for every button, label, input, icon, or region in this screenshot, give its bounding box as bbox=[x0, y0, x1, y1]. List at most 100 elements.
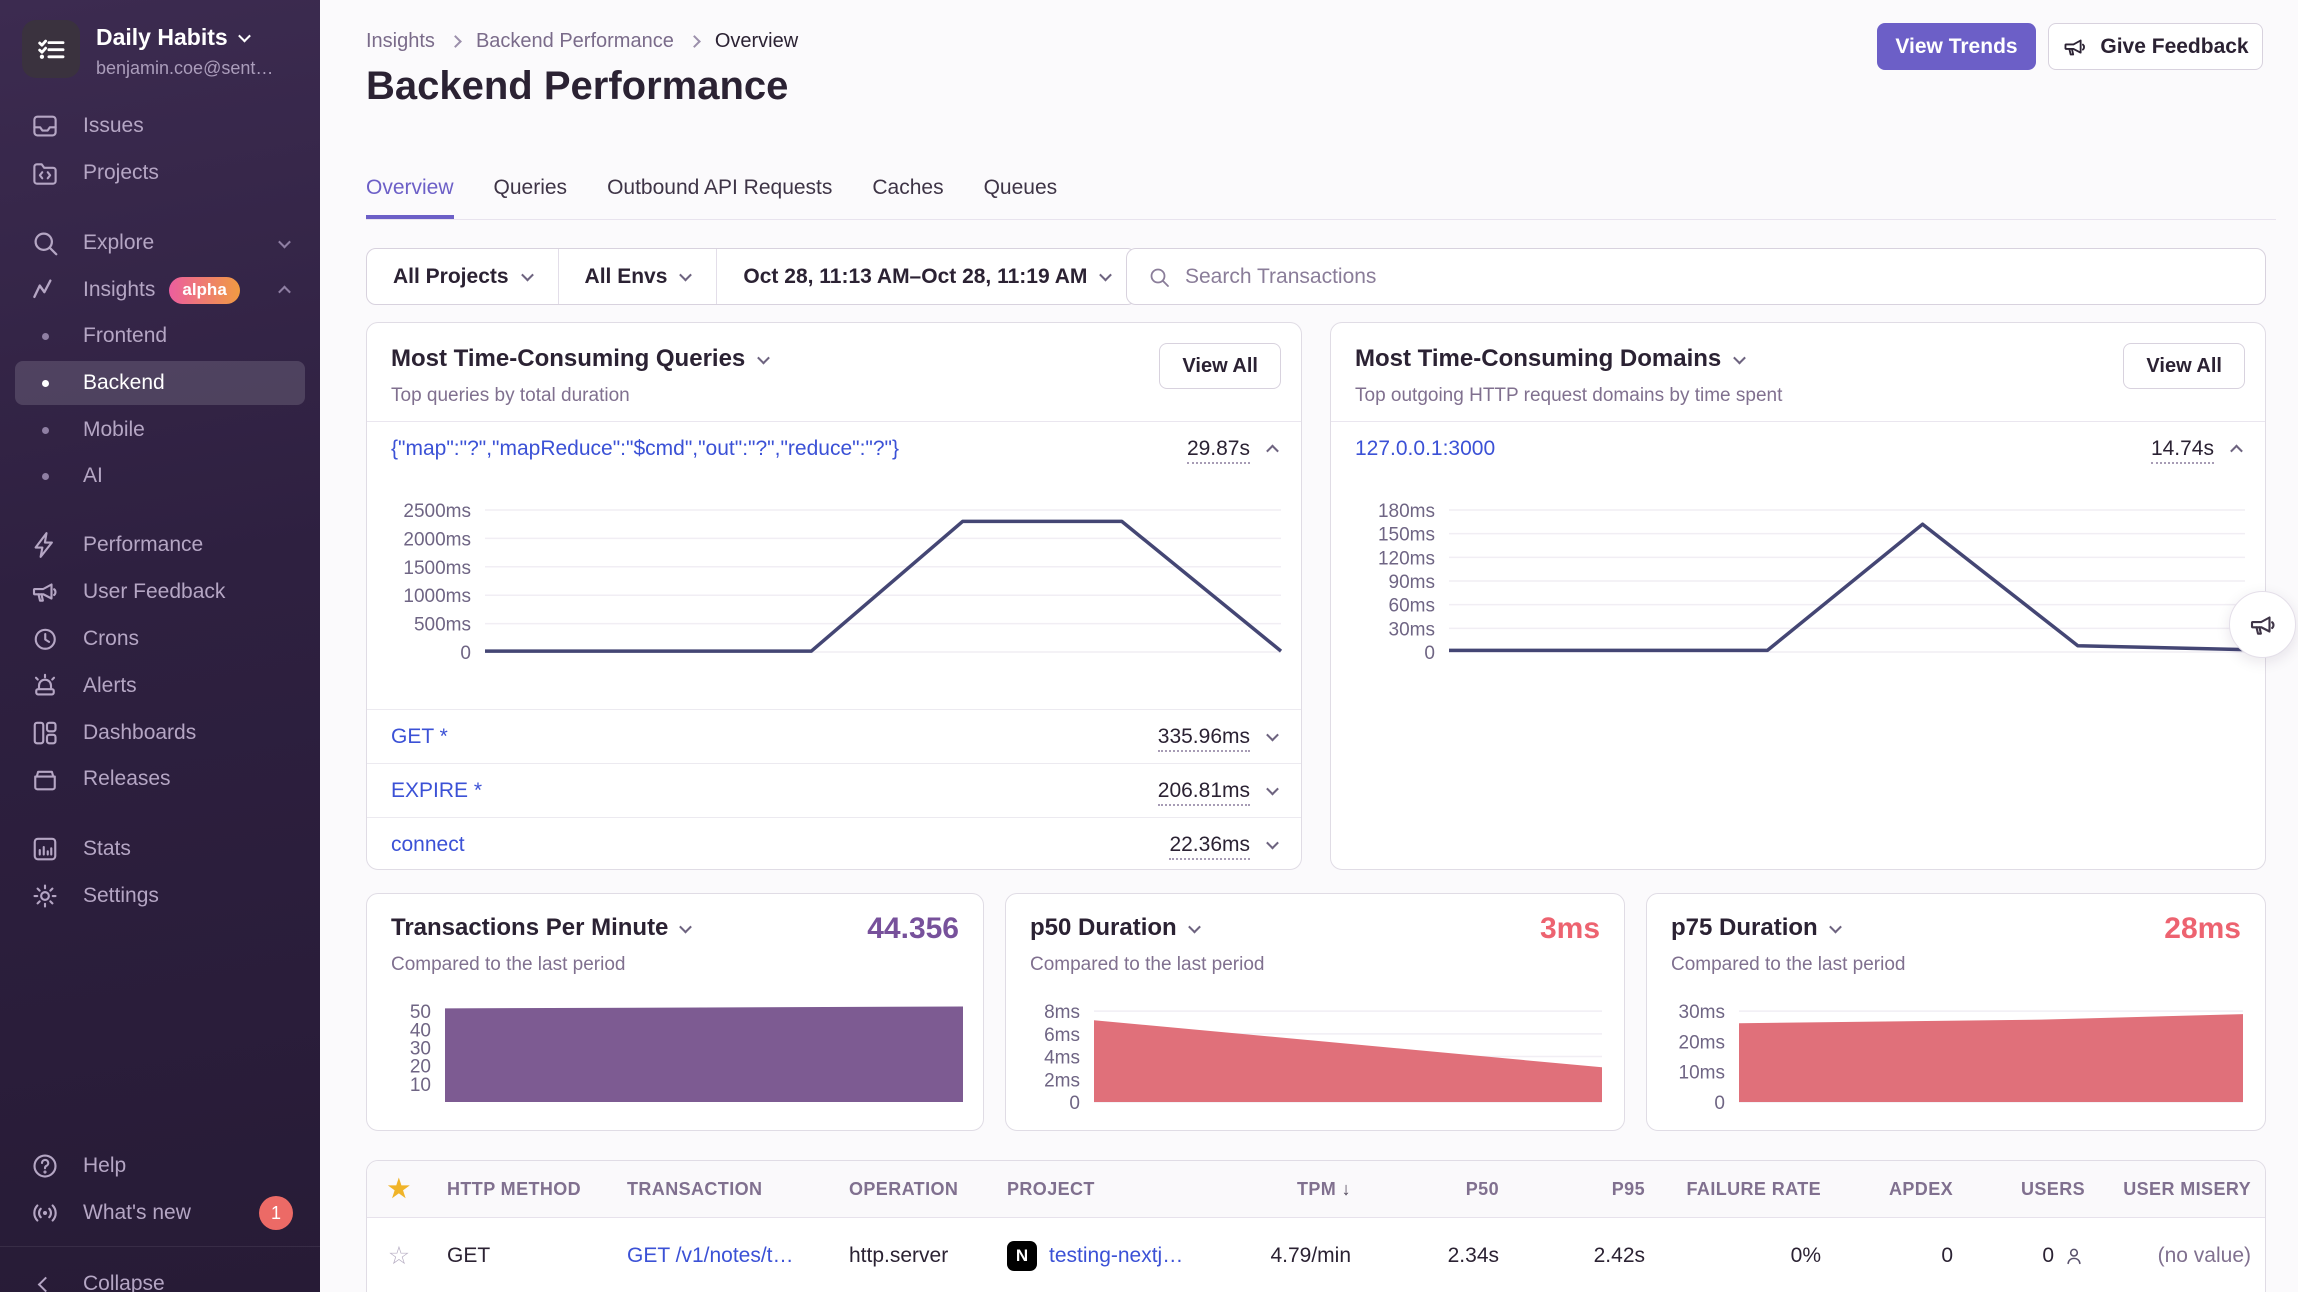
sidebar-item-insights[interactable]: Insights alpha bbox=[15, 268, 305, 312]
p50-title-label: p50 Duration bbox=[1030, 914, 1177, 942]
date-range-filter[interactable]: Oct 28, 11:13 AM–Oct 28, 11:19 AM bbox=[717, 249, 1136, 304]
query-link[interactable]: {"map":"?","mapReduce":"$cmd","out":"?",… bbox=[391, 437, 899, 461]
sidebar-item-ai[interactable]: AI bbox=[15, 454, 305, 498]
col-apdex[interactable]: APDEX bbox=[1837, 1179, 1969, 1200]
sidebar-collapse-button[interactable]: Collapse bbox=[15, 1262, 305, 1292]
search-icon bbox=[1147, 265, 1171, 289]
query-link[interactable]: EXPIRE * bbox=[391, 779, 482, 803]
sidebar-item-explore[interactable]: Explore bbox=[15, 221, 305, 265]
domains-card-title[interactable]: Most Time-Consuming Domains bbox=[1355, 345, 1744, 373]
col-transaction[interactable]: TRANSACTION bbox=[611, 1179, 833, 1200]
col-tpm-sorted[interactable]: TPM ↓ bbox=[1237, 1179, 1367, 1200]
queries-card-title[interactable]: Most Time-Consuming Queries bbox=[391, 345, 768, 373]
tab-queries[interactable]: Queries bbox=[494, 176, 568, 219]
p50-chart[interactable]: 8ms6ms4ms2ms0 bbox=[1026, 994, 1604, 1112]
view-trends-button[interactable]: View Trends bbox=[1877, 23, 2036, 70]
col-user-misery[interactable]: USER MISERY bbox=[2101, 1179, 2266, 1200]
favorite-star-toggle[interactable]: ☆ bbox=[367, 1241, 431, 1271]
sidebar-item-backend[interactable]: Backend bbox=[15, 361, 305, 405]
col-http-method[interactable]: HTTP METHOD bbox=[431, 1179, 611, 1200]
sidebar-item-releases[interactable]: Releases bbox=[15, 757, 305, 801]
p50-title[interactable]: p50 Duration bbox=[1030, 914, 1199, 942]
backend-performance-page: Daily Habits benjamin.coe@sent… Issues P… bbox=[0, 0, 2298, 1292]
tab-outbound-api-requests[interactable]: Outbound API Requests bbox=[607, 176, 832, 219]
query-total-time[interactable]: 22.36ms bbox=[1169, 833, 1250, 860]
expand-row-icon[interactable] bbox=[1266, 729, 1279, 742]
query-row: GET * 335.96ms bbox=[367, 709, 1301, 763]
query-link[interactable]: GET * bbox=[391, 725, 448, 749]
query-total-time[interactable]: 206.81ms bbox=[1158, 779, 1250, 806]
svg-text:0: 0 bbox=[1424, 643, 1435, 664]
sidebar-item-label: Releases bbox=[83, 767, 171, 791]
domain-link[interactable]: 127.0.0.1:3000 bbox=[1355, 437, 1495, 461]
query-link[interactable]: connect bbox=[391, 833, 465, 857]
sidebar-item-settings[interactable]: Settings bbox=[15, 874, 305, 918]
most-time-consuming-queries-card: Most Time-Consuming Queries Top queries … bbox=[366, 322, 1302, 870]
cell-transaction-link[interactable]: GET /v1/notes/t… bbox=[611, 1244, 833, 1268]
domains-view-all-button[interactable]: View All bbox=[2123, 343, 2245, 389]
sidebar-item-help[interactable]: Help bbox=[15, 1144, 305, 1188]
sidebar-item-projects[interactable]: Projects bbox=[15, 151, 305, 195]
sidebar-item-label: Issues bbox=[83, 114, 144, 138]
tab-caches[interactable]: Caches bbox=[872, 176, 943, 219]
tpm-title[interactable]: Transactions Per Minute bbox=[391, 914, 690, 942]
expand-row-icon[interactable] bbox=[1266, 783, 1279, 796]
queries-duration-chart[interactable]: 2500ms2000ms1500ms1000ms500ms0 bbox=[387, 488, 1283, 708]
breadcrumb-insights[interactable]: Insights bbox=[366, 30, 435, 53]
sort-desc-icon: ↓ bbox=[1342, 1179, 1351, 1199]
collapse-row-icon[interactable] bbox=[1266, 444, 1279, 457]
users-count: 0 bbox=[2042, 1244, 2054, 1268]
sidebar-item-performance[interactable]: Performance bbox=[15, 523, 305, 567]
project-filter[interactable]: All Projects bbox=[367, 249, 559, 304]
col-operation[interactable]: OPERATION bbox=[833, 1179, 991, 1200]
sidebar-item-user-feedback[interactable]: User Feedback bbox=[15, 570, 305, 614]
give-feedback-button[interactable]: Give Feedback bbox=[2048, 23, 2263, 70]
megaphone-icon bbox=[2248, 610, 2278, 640]
col-project[interactable]: PROJECT bbox=[991, 1179, 1237, 1200]
project-link[interactable]: testing-nextj… bbox=[1049, 1244, 1183, 1268]
chevron-down-icon bbox=[1829, 920, 1842, 933]
expand-row-icon[interactable] bbox=[1266, 837, 1279, 850]
sidebar: Daily Habits benjamin.coe@sent… Issues P… bbox=[0, 0, 320, 1292]
sidebar-item-whats-new[interactable]: What's new 1 bbox=[15, 1191, 305, 1235]
sidebar-item-frontend[interactable]: Frontend bbox=[15, 314, 305, 358]
sidebar-item-crons[interactable]: Crons bbox=[15, 617, 305, 661]
col-failure-rate[interactable]: FAILURE RATE bbox=[1661, 1179, 1837, 1200]
tpm-chart[interactable]: 5040302010 bbox=[387, 994, 965, 1112]
p75-title[interactable]: p75 Duration bbox=[1671, 914, 1840, 942]
p50-duration-card: p50 Duration 3ms Compared to the last pe… bbox=[1005, 893, 1625, 1131]
col-p95[interactable]: P95 bbox=[1515, 1179, 1661, 1200]
query-row: EXPIRE * 206.81ms bbox=[367, 763, 1301, 817]
environment-filter[interactable]: All Envs bbox=[559, 249, 718, 304]
sidebar-item-issues[interactable]: Issues bbox=[15, 104, 305, 148]
search-bar bbox=[1126, 248, 2266, 305]
queries-view-all-button[interactable]: View All bbox=[1159, 343, 1281, 389]
sidebar-item-dashboards[interactable]: Dashboards bbox=[15, 711, 305, 755]
org-switcher[interactable]: Daily Habits benjamin.coe@sent… bbox=[22, 20, 273, 79]
sidebar-item-stats[interactable]: Stats bbox=[15, 827, 305, 871]
sidebar-item-alerts[interactable]: Alerts bbox=[15, 664, 305, 708]
col-users[interactable]: USERS bbox=[1969, 1179, 2101, 1200]
tab-overview[interactable]: Overview bbox=[366, 176, 454, 219]
query-total-time[interactable]: 335.96ms bbox=[1158, 725, 1250, 752]
p75-title-label: p75 Duration bbox=[1671, 914, 1818, 942]
collapse-row-icon[interactable] bbox=[2230, 444, 2243, 457]
query-total-time[interactable]: 29.87s bbox=[1187, 437, 1250, 464]
date-range-label: Oct 28, 11:13 AM–Oct 28, 11:19 AM bbox=[743, 265, 1087, 289]
sidebar-item-mobile[interactable]: Mobile bbox=[15, 408, 305, 452]
svg-text:180ms: 180ms bbox=[1378, 501, 1435, 522]
page-filter-bar: All Projects All Envs Oct 28, 11:13 AM–O… bbox=[366, 248, 1137, 305]
p75-chart[interactable]: 30ms20ms10ms0 bbox=[1667, 994, 2245, 1112]
search-input[interactable] bbox=[1185, 265, 2245, 289]
svg-text:2ms: 2ms bbox=[1044, 1070, 1080, 1091]
domain-total-time[interactable]: 14.74s bbox=[2151, 437, 2214, 464]
tpm-subtitle: Compared to the last period bbox=[391, 954, 625, 976]
breadcrumb-backend-performance[interactable]: Backend Performance bbox=[476, 30, 674, 53]
tab-queues[interactable]: Queues bbox=[984, 176, 1058, 219]
sidebar-item-label: Stats bbox=[83, 837, 131, 861]
cell-p50: 2.34s bbox=[1367, 1244, 1515, 1268]
domains-duration-chart[interactable]: 180ms150ms120ms90ms60ms30ms0 bbox=[1351, 488, 2247, 708]
table-row: ☆ GET GET /v1/notes/t… http.server N tes… bbox=[367, 1218, 2265, 1292]
floating-feedback-button[interactable] bbox=[2229, 591, 2296, 658]
col-p50[interactable]: P50 bbox=[1367, 1179, 1515, 1200]
